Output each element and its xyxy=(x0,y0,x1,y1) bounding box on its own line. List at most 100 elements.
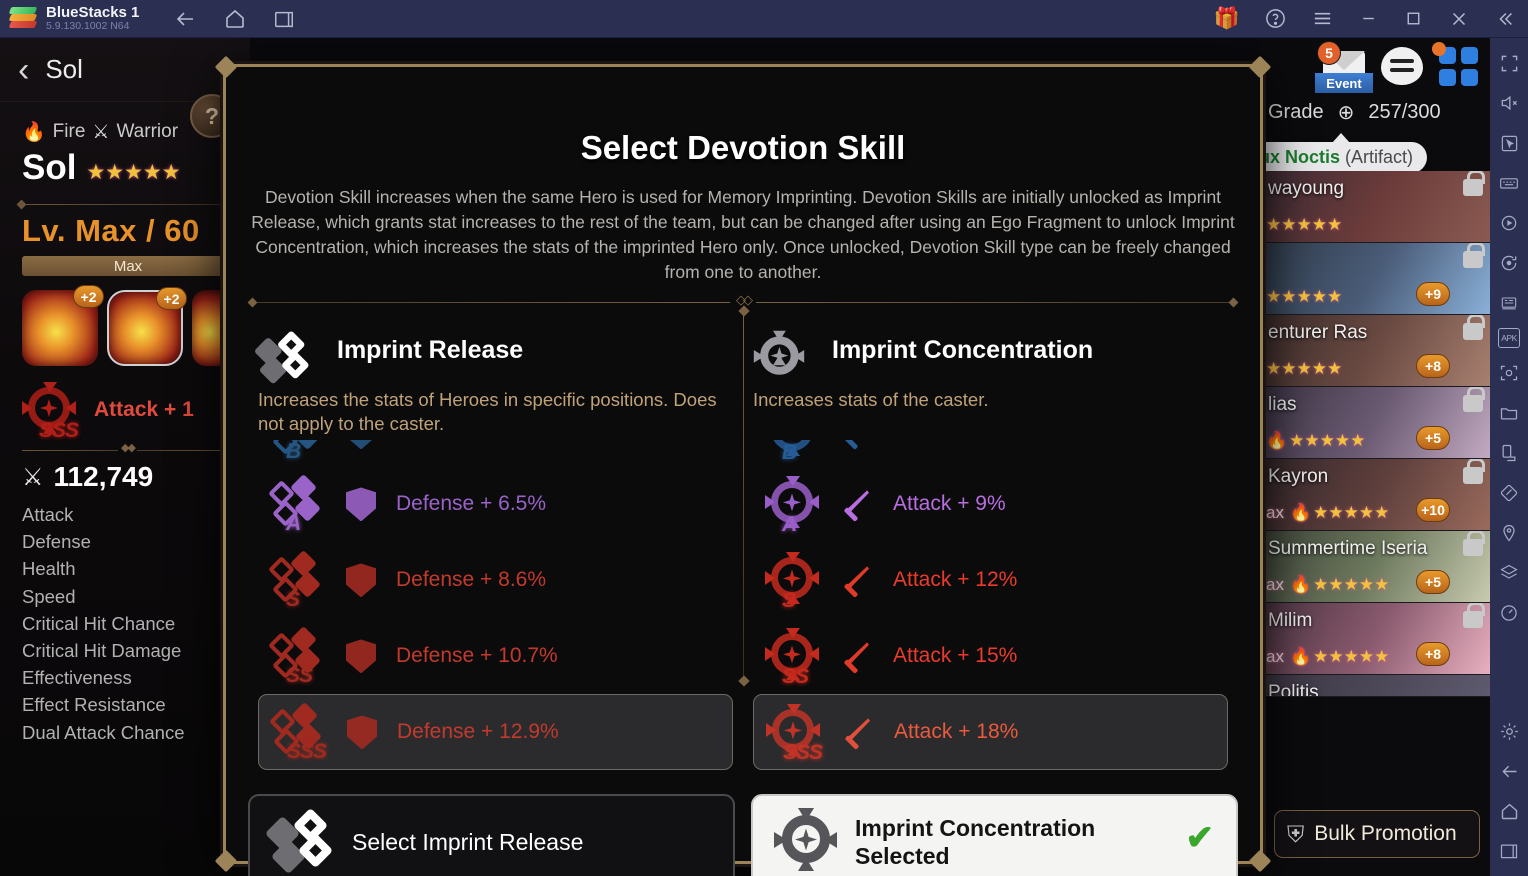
list-item[interactable]: Milim ax 🔥 ★★★★★ +8 xyxy=(1260,603,1490,675)
stars-text: ★★★★★ xyxy=(1313,647,1390,666)
devotion-row-selected[interactable]: SSS Attack + 18% xyxy=(753,694,1228,771)
hero-star-rating: ★★★★★ xyxy=(86,161,181,184)
button-label-line2: Selected xyxy=(855,843,950,870)
hero-star-rating: 🔥 ★★★★★ xyxy=(1266,431,1365,451)
install-apk-icon[interactable]: APK xyxy=(1498,328,1520,348)
hero-star-rating: ★★★★★ xyxy=(1266,215,1343,234)
location-icon[interactable] xyxy=(1494,518,1524,548)
stat-label: Critical Hit Damage xyxy=(22,639,182,661)
stat-text: Defense + 8.6% xyxy=(396,568,547,592)
hero-enhance-badge: +5 xyxy=(1416,426,1450,450)
event-ribbon-label[interactable]: Event xyxy=(1315,73,1373,93)
lock-icon[interactable] xyxy=(1463,603,1485,628)
lock-icon[interactable] xyxy=(1463,171,1485,196)
grade-row: Grade ⊕ 257/300 xyxy=(1260,94,1490,125)
layers-icon[interactable] xyxy=(1494,558,1524,588)
stat-text: Attack + 12% xyxy=(893,568,1018,592)
rotate-icon[interactable] xyxy=(1494,248,1524,278)
list-item[interactable]: lias 🔥 ★★★★★ +5 xyxy=(1260,387,1490,459)
clipped-grade-row-b[interactable]: B xyxy=(753,440,1228,466)
lock-icon[interactable] xyxy=(1463,243,1485,268)
grade-badge-icon: A xyxy=(268,474,326,535)
grade-label: B xyxy=(782,441,797,465)
grade-value: 257/300 xyxy=(1368,101,1441,123)
gift-icon[interactable]: 🎁 xyxy=(1214,7,1240,31)
fire-element-icon: 🔥 xyxy=(1266,431,1288,450)
list-item[interactable]: Kayron ax 🔥 ★★★★★ +10 xyxy=(1260,459,1490,531)
devotion-row[interactable]: A Defense + 6.5% xyxy=(258,466,733,542)
shake-icon[interactable] xyxy=(1494,438,1524,468)
arrow-right-shape xyxy=(66,401,76,415)
home-icon[interactable] xyxy=(223,7,247,31)
column-header: Imprint Release xyxy=(253,329,733,385)
tooltip-artifact-type: (Artifact) xyxy=(1345,147,1414,167)
keyboard-controls-icon[interactable] xyxy=(1494,168,1524,198)
macro-record-icon[interactable] xyxy=(1494,208,1524,238)
lock-icon[interactable] xyxy=(1463,387,1485,412)
collapse-icon[interactable] xyxy=(1494,8,1516,30)
clipped-grade-row-b[interactable]: B xyxy=(258,440,733,466)
recents-icon[interactable] xyxy=(1494,836,1524,866)
devotion-grade-badge-icon: SSS xyxy=(22,382,79,442)
help-icon[interactable] xyxy=(1264,7,1287,30)
home-icon[interactable] xyxy=(1494,796,1524,826)
game-viewport: ‹ Sol ? 🔥 Fire ⚔ Warrior Sol ★★★★★ Lv. M… xyxy=(0,38,1490,876)
list-item[interactable]: Politis xyxy=(1260,675,1490,697)
select-imprint-release-button[interactable]: Select Imprint Release xyxy=(248,794,735,876)
devotion-row[interactable]: S Defense + 8.6% xyxy=(258,542,733,618)
stat-text: Defense + 12.9% xyxy=(397,720,559,744)
media-folder-icon[interactable] xyxy=(1494,398,1524,428)
settings-gear-icon[interactable] xyxy=(1494,716,1524,746)
performance-icon[interactable] xyxy=(1494,598,1524,628)
mute-icon[interactable] xyxy=(1494,88,1524,118)
bulk-promotion-label: Bulk Promotion xyxy=(1314,822,1457,845)
multi-instance-manager-icon[interactable] xyxy=(1494,288,1524,318)
skill-icon-1[interactable]: +2 xyxy=(22,285,104,366)
back-icon[interactable] xyxy=(173,7,197,31)
devotion-row-selected[interactable]: SSS Defense + 12.9% xyxy=(258,694,733,771)
list-item[interactable]: wayoung ★★★★★ xyxy=(1260,171,1490,243)
hero-level-label: ax xyxy=(1266,503,1284,522)
skill-icon-2[interactable]: +2 xyxy=(107,287,187,366)
lock-icon[interactable] xyxy=(1463,459,1485,484)
bulk-promotion-button[interactable]: ⛨ Bulk Promotion xyxy=(1274,810,1480,858)
fullscreen-icon[interactable] xyxy=(1494,48,1524,78)
devotion-row[interactable]: SS Attack + 15% xyxy=(753,618,1228,694)
list-item[interactable]: ★★★★★ +9 xyxy=(1260,243,1490,315)
grade-badge-icon: B xyxy=(270,440,326,463)
minimize-icon[interactable] xyxy=(1358,8,1379,29)
devotion-row[interactable]: SS Defense + 10.7% xyxy=(258,618,733,694)
grade-badge-icon: SS xyxy=(268,626,326,687)
stat-label: Health xyxy=(22,558,76,580)
imprint-concentration-selected-button[interactable]: Imprint Concentration Selected ✔ xyxy=(751,794,1238,876)
hero-name-row: Sol ★★★★★ xyxy=(22,148,250,188)
devotion-row[interactable]: A Attack + 9% xyxy=(753,466,1228,542)
hero-list[interactable]: wayoung ★★★★★ ★★★★★ +9 enturer Ras ★★★★★… xyxy=(1260,171,1490,697)
modal-title: Select Devotion Skill xyxy=(580,129,906,166)
hamburger-menu-icon[interactable] xyxy=(1311,7,1334,30)
grade-label: Grade xyxy=(1268,101,1324,123)
list-item[interactable]: Summertime Iseria ax 🔥 ★★★★★ +5 xyxy=(1260,531,1490,603)
close-icon[interactable] xyxy=(1448,8,1470,30)
lock-icon[interactable] xyxy=(1463,315,1485,340)
multi-instance-icon[interactable] xyxy=(273,8,295,30)
imprint-concentration-icon xyxy=(753,331,806,376)
screenshot-icon[interactable] xyxy=(1494,358,1524,388)
tilt-icon[interactable] xyxy=(1494,478,1524,508)
maximize-icon[interactable] xyxy=(1403,8,1424,29)
lock-icon[interactable] xyxy=(1463,531,1485,556)
devotion-summary-row[interactable]: SSS Attack + 1 xyxy=(22,382,250,442)
chat-button[interactable] xyxy=(1381,47,1423,85)
back-arrow-icon[interactable]: ‹ xyxy=(18,53,29,87)
back-icon[interactable] xyxy=(1494,756,1524,786)
menu-grid-button[interactable] xyxy=(1432,41,1478,86)
mail-button[interactable]: 5 Event xyxy=(1315,41,1373,93)
grade-label: S xyxy=(286,588,300,612)
grade-badge-icon: SSS xyxy=(269,702,327,763)
list-item[interactable]: enturer Ras ★★★★★ +8 xyxy=(1260,315,1490,387)
devotion-row[interactable]: S Attack + 12% xyxy=(753,542,1228,618)
shield-icon xyxy=(346,440,376,450)
cursor-icon[interactable] xyxy=(1494,128,1524,158)
button-label: Imprint Concentration Selected xyxy=(855,814,1095,870)
check-icon: ✔ xyxy=(1185,819,1215,858)
